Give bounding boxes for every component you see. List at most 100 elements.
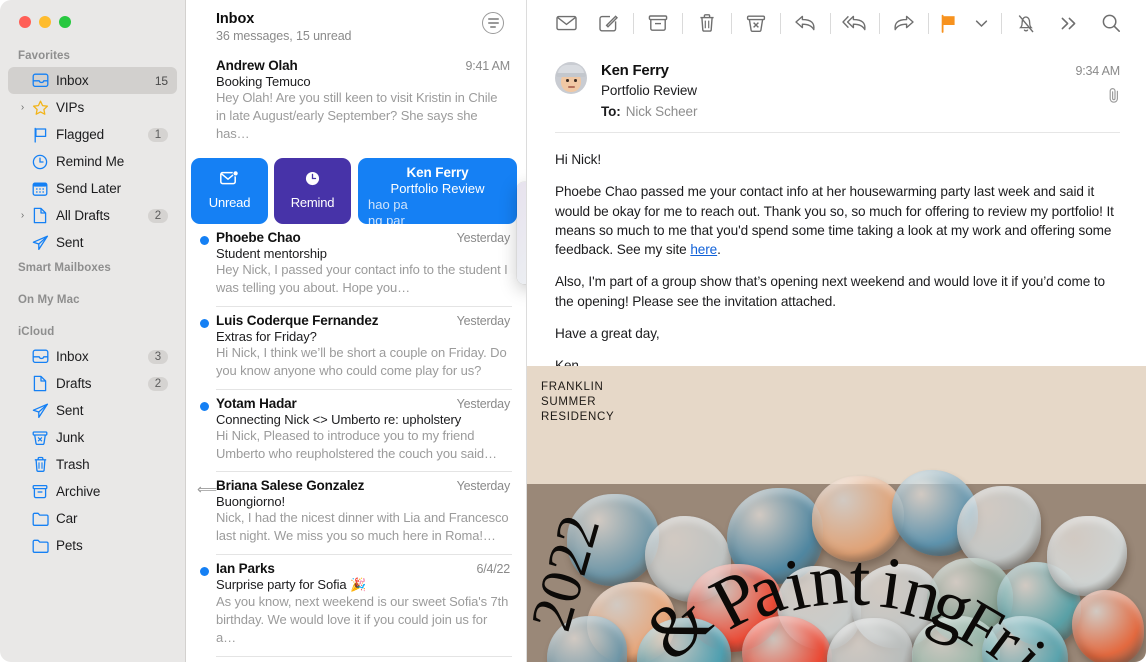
close-button[interactable] (19, 16, 31, 28)
sidebar-item-label: All Drafts (56, 208, 110, 223)
sidebar-item-pets[interactable]: Pets (8, 532, 177, 559)
forward-button[interactable] (883, 7, 925, 39)
unread-count-badge: 3 (147, 349, 168, 364)
mark-unread-button[interactable] (545, 7, 587, 39)
filter-icon[interactable] (482, 12, 504, 34)
sidebar-item-remind-me[interactable]: Remind Me (8, 148, 177, 175)
paragraph-1-tail: . (717, 242, 721, 258)
mailbox-message-count: 36 messages, 15 unread (216, 29, 352, 43)
message-subject: Surprise party for Sofia 🎉 (216, 577, 367, 593)
flag-dropdown-button[interactable] (965, 7, 998, 39)
list-item[interactable]: Ian Parks 6/4/22 Surprise party for Sofi… (186, 555, 526, 656)
junk-button[interactable] (735, 7, 777, 39)
archive-icon (29, 484, 51, 499)
sidebar-item-send-later[interactable]: Send Later (8, 175, 177, 202)
sidebar-item-archive[interactable]: Archive (8, 478, 177, 505)
message-date: Yesterday (456, 479, 511, 494)
message-sender: Ken Ferry (601, 62, 669, 79)
paper-plane-icon (29, 403, 51, 419)
star-icon (29, 100, 51, 116)
remind-me-context-menu[interactable]: Remind me in 1 hourRemind me TonightRemi… (517, 182, 526, 284)
message-preview: Hey Olah! Are you still keen to visit Kr… (216, 90, 498, 141)
swipe-unread-button[interactable]: Unread (191, 157, 268, 224)
list-item[interactable]: Luis Coderque Fernandez Yesterday Extras… (186, 307, 526, 389)
message-date: 9:41 AM (465, 59, 511, 73)
sidebar-item-label: Remind Me (56, 154, 125, 169)
delete-button[interactable] (686, 7, 728, 39)
unread-count-badge: 1 (147, 127, 168, 142)
message-time: 9:34 AM (1075, 64, 1121, 78)
sidebar-item-drafts[interactable]: Drafts 2 (8, 370, 177, 397)
context-menu-item[interactable]: Remind me Later... (517, 256, 526, 279)
list-item[interactable]: Yotam Hadar Yesterday Connecting Nick <>… (186, 390, 526, 472)
document-icon (29, 375, 51, 392)
context-menu-item[interactable]: Remind me Tomorrow (517, 233, 526, 256)
context-menu-item[interactable]: Remind me in 1 hour (517, 187, 526, 210)
divider (731, 12, 733, 34)
swipe-action-row[interactable]: Unread Remind Ken Ferry Portfolio Review… (186, 152, 526, 224)
minimize-button[interactable] (39, 16, 51, 28)
sidebar-item-sent[interactable]: Sent (8, 229, 177, 256)
to-value[interactable]: Nick Scheer (626, 104, 698, 119)
sidebar: Favorites Inbox 15 › VIPs Flagged 1 Remind Me Se… (0, 0, 186, 662)
list-item[interactable]: Andrew Olah 9:41 AM Booking Temuco Hey O… (186, 56, 526, 152)
message-preview: hao pa (368, 196, 408, 212)
paper-plane-icon (29, 235, 51, 251)
compose-button[interactable] (587, 7, 629, 39)
divider (878, 12, 880, 34)
replied-arrow-icon: ⟸ (197, 481, 218, 498)
unread-dot-icon (200, 235, 209, 245)
message-subject: Booking Temuco (216, 74, 311, 89)
search-button[interactable] (1090, 7, 1132, 39)
list-item[interactable]: Ken Ferry Portfolio Review hao pa ng par (358, 157, 517, 224)
list-item[interactable]: Brian Heung 6/3/22 Book cover? Hi Nick, … (186, 657, 526, 662)
reply-all-button[interactable] (833, 7, 875, 39)
inbox-icon (29, 349, 51, 364)
mute-button[interactable] (1005, 7, 1047, 39)
more-button[interactable] (1047, 7, 1089, 39)
paperclip-icon[interactable] (1076, 87, 1120, 107)
trash-icon (29, 456, 51, 473)
sidebar-item-car[interactable]: Car (8, 505, 177, 532)
list-item[interactable]: ⟸ Briana Salese Gonzalez Yesterday Buong… (186, 472, 526, 554)
sidebar-item-flagged[interactable]: Flagged 1 (8, 121, 177, 148)
swipe-remind-button[interactable]: Remind (274, 157, 351, 224)
sidebar-item-label: Junk (56, 430, 85, 445)
sidebar-item-label: Send Later (56, 181, 122, 196)
window-controls (0, 0, 185, 44)
sidebar-item-trash[interactable]: Trash (8, 451, 177, 478)
archive-button[interactable] (637, 7, 679, 39)
sidebar-item-label: Inbox (56, 349, 89, 364)
sidebar-item-sent[interactable]: Sent (8, 397, 177, 424)
sidebar-item-vips[interactable]: › VIPs (8, 94, 177, 121)
unread-dot-icon (200, 318, 209, 328)
poster-kicker-line-3: RESIDENCY (541, 411, 615, 424)
message-sender: Briana Salese Gonzalez (216, 478, 365, 494)
sidebar-item-junk[interactable]: Junk (8, 424, 177, 451)
sidebar-item-inbox[interactable]: Inbox 15 (8, 67, 177, 94)
site-link[interactable]: here (690, 242, 717, 257)
message-list[interactable]: Inbox 36 messages, 15 unread Andrew Olah… (186, 0, 527, 662)
message-preview-line2: ng par (368, 212, 405, 224)
clock-icon (305, 171, 320, 190)
mailbox-title: Inbox (216, 11, 255, 27)
poster-arc-letter: t (849, 539, 871, 622)
message-subject: Buongiorno! (216, 494, 286, 510)
zoom-button[interactable] (59, 16, 71, 28)
flag-button[interactable] (932, 7, 965, 39)
message-subject: Connecting Nick <> Umberto re: upholster… (216, 411, 462, 427)
chevron-right-icon[interactable]: › (16, 102, 29, 113)
poster-kicker: FRANKLIN SUMMER RESIDENCY (541, 380, 614, 426)
chevron-right-icon[interactable]: › (16, 210, 29, 221)
message-sender: Phoebe Chao (216, 229, 301, 245)
body-closing: Have a great day, (555, 326, 660, 342)
context-menu-item[interactable]: Remind me Tonight (517, 210, 526, 233)
inbox-icon (29, 73, 51, 88)
sidebar-item-inbox[interactable]: Inbox 3 (8, 343, 177, 370)
unread-envelope-icon (220, 170, 239, 190)
reply-button[interactable] (784, 7, 826, 39)
sidebar-item-all-drafts[interactable]: › All Drafts 2 (8, 202, 177, 229)
message-date: Yesterday (456, 313, 511, 328)
list-item[interactable]: Phoebe Chao Yesterday Student mentorship… (186, 224, 526, 306)
attachment-preview-image[interactable]: FRANKLIN SUMMER RESIDENCY Ceramics & Pai… (527, 366, 1146, 662)
